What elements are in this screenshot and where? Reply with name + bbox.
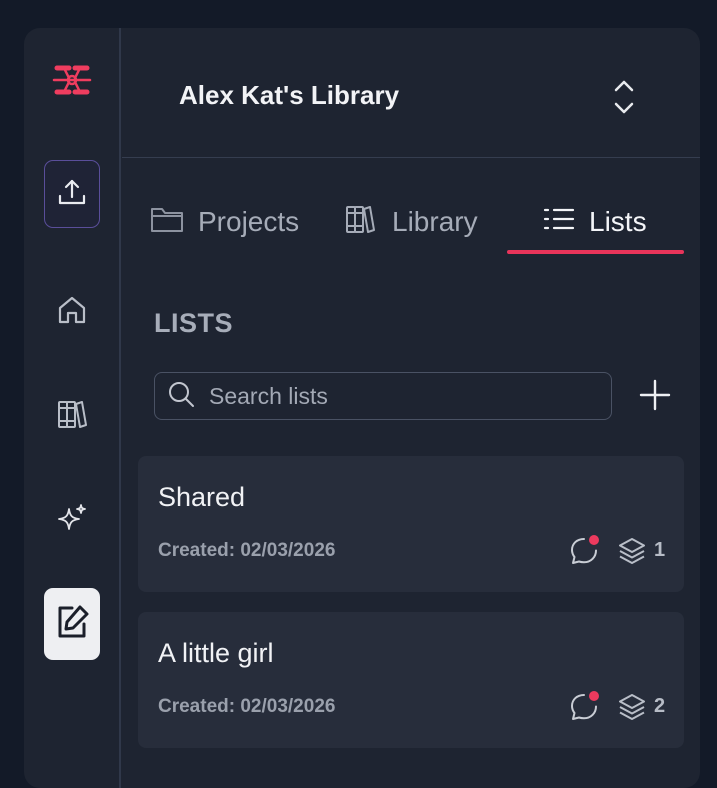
sparkles-icon <box>55 501 89 539</box>
tab-library[interactable]: Library <box>344 202 478 242</box>
main-panel: Alex Kat's Library Projects Library List… <box>122 28 700 788</box>
lists-heading: LISTS <box>154 308 234 338</box>
list-card[interactable]: A little girl Created: 02/03/2026 2 <box>138 612 684 748</box>
list-created-date: Created: 02/03/2026 <box>158 540 336 561</box>
books-icon <box>55 397 89 435</box>
tab-lists[interactable]: Lists <box>543 202 647 242</box>
app-logo-icon[interactable] <box>51 60 93 100</box>
search-lists-field[interactable] <box>154 372 612 420</box>
plus-icon <box>638 379 672 416</box>
comment-notification-icon[interactable] <box>568 534 600 566</box>
add-list-button[interactable] <box>638 378 672 412</box>
folder-icon <box>150 204 184 241</box>
left-rail <box>24 28 121 788</box>
edit-note-icon <box>52 602 92 646</box>
app-window: Alex Kat's Library Projects Library List… <box>24 28 700 788</box>
tab-projects-label: Projects <box>198 206 300 237</box>
books-icon <box>344 202 378 243</box>
home-button[interactable] <box>44 278 100 346</box>
upload-button[interactable] <box>44 160 100 228</box>
list-name: Shared <box>158 482 246 512</box>
home-icon <box>55 293 89 331</box>
library-button[interactable] <box>44 382 100 450</box>
library-header: Alex Kat's Library <box>122 28 700 158</box>
ai-button[interactable] <box>44 486 100 554</box>
list-item-count: 1 <box>654 539 666 561</box>
layers-icon <box>618 692 646 722</box>
list-created-date: Created: 02/03/2026 <box>158 696 336 717</box>
list-icon <box>543 205 575 240</box>
notes-button[interactable] <box>44 588 100 660</box>
list-name: A little girl <box>158 638 274 668</box>
layers-icon <box>618 536 646 566</box>
tab-lists-label: Lists <box>589 206 647 237</box>
tab-library-label: Library <box>392 206 478 237</box>
library-switcher-chevrons-icon[interactable] <box>612 78 636 116</box>
search-lists-input[interactable] <box>209 382 569 410</box>
list-card[interactable]: Shared Created: 02/03/2026 1 <box>138 456 684 592</box>
search-icon <box>167 380 195 412</box>
upload-icon <box>56 176 88 212</box>
comment-notification-icon[interactable] <box>568 690 600 722</box>
active-tab-indicator <box>507 250 684 254</box>
tab-bar: Projects Library Lists <box>122 158 700 254</box>
list-item-count: 2 <box>654 695 666 717</box>
tab-projects[interactable]: Projects <box>150 202 299 242</box>
library-title[interactable]: Alex Kat's Library <box>179 80 399 111</box>
